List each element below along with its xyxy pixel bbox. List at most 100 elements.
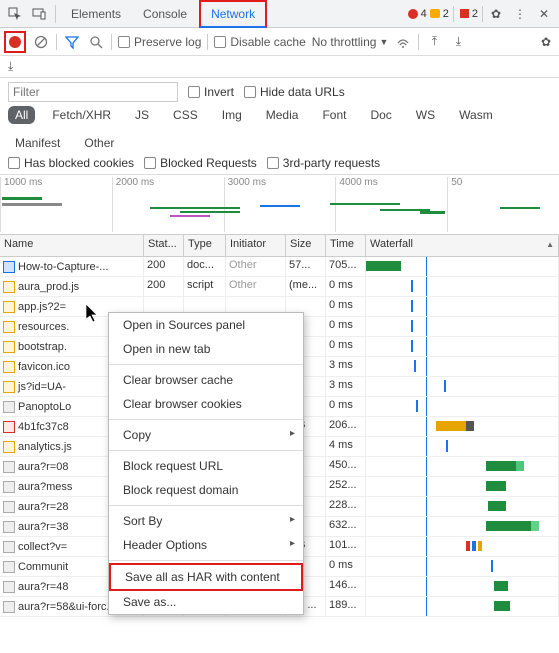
cell-time: 146... (326, 577, 366, 596)
cell-time: 0 ms (326, 557, 366, 576)
file-icon (3, 261, 15, 273)
ctx-block-url[interactable]: Block request URL (109, 454, 303, 478)
filter-input[interactable] (8, 82, 178, 102)
ctx-block-domain[interactable]: Block request domain (109, 478, 303, 502)
filter-type-media[interactable]: Media (259, 106, 306, 124)
file-icon (3, 481, 15, 493)
blocked-cookies-checkbox[interactable]: Has blocked cookies (8, 156, 134, 170)
filter-bar: Invert Hide data URLs All Fetch/XHR JS C… (0, 78, 559, 175)
cell-time: 0 ms (326, 277, 366, 296)
col-time[interactable]: Time (326, 235, 366, 256)
warning-icon (430, 9, 440, 18)
cell-time: 0 ms (326, 297, 366, 316)
ctx-clear-cache[interactable]: Clear browser cache (109, 368, 303, 392)
cell-time: 189... (326, 597, 366, 616)
invert-checkbox[interactable]: Invert (188, 85, 234, 99)
col-waterfall[interactable]: Waterfall (366, 235, 559, 256)
cell-waterfall (366, 397, 559, 416)
separator (56, 34, 57, 50)
cell-initiator: Other (226, 277, 286, 296)
close-icon[interactable]: ✕ (533, 3, 555, 25)
tab-elements[interactable]: Elements (61, 0, 131, 28)
ctx-save-as[interactable]: Save as... (109, 590, 303, 614)
file-icon (3, 521, 15, 533)
settings-icon[interactable]: ✿ (485, 3, 507, 25)
filter-type-doc[interactable]: Doc (363, 106, 398, 124)
filter-type-fetch[interactable]: Fetch/XHR (45, 106, 118, 124)
cell-waterfall (366, 417, 559, 436)
cell-name: How-to-Capture-... (0, 257, 144, 276)
filter-type-other[interactable]: Other (77, 134, 121, 152)
context-menu: Open in Sources panel Open in new tab Cl… (108, 312, 304, 615)
filter-type-font[interactable]: Font (315, 106, 353, 124)
separator (111, 34, 112, 50)
filter-type-all[interactable]: All (8, 106, 35, 124)
table-row[interactable]: aura_prod.js200scriptOther(me...0 ms (0, 277, 559, 297)
file-icon (3, 361, 15, 373)
issues-badge[interactable]: 2 (456, 6, 483, 22)
col-initiator[interactable]: Initiator (226, 235, 286, 256)
cell-time: 206... (326, 417, 366, 436)
filter-type-css[interactable]: CSS (166, 106, 205, 124)
inspect-icon[interactable] (4, 3, 26, 25)
cell-waterfall (366, 457, 559, 476)
cell-time: 632... (326, 517, 366, 536)
ctx-open-tab[interactable]: Open in new tab (109, 337, 303, 361)
preserve-log-checkbox[interactable]: Preserve log (118, 35, 201, 49)
export-icon[interactable]: ⤓ (449, 33, 467, 51)
import-icon[interactable]: ⤒ (425, 33, 443, 51)
request-table-header: Name Stat... Type Initiator Size Time Wa… (0, 235, 559, 257)
record-button[interactable] (4, 31, 26, 53)
filter-type-js[interactable]: JS (128, 106, 156, 124)
download-bar: ⤓ (0, 56, 559, 78)
ctx-open-sources[interactable]: Open in Sources panel (109, 313, 303, 337)
col-status[interactable]: Stat... (144, 235, 184, 256)
ctx-header-options[interactable]: Header Options (109, 533, 303, 557)
cell-waterfall (366, 437, 559, 456)
clear-icon[interactable] (32, 33, 50, 51)
filter-type-wasm[interactable]: Wasm (452, 106, 500, 124)
ctx-copy[interactable]: Copy (109, 423, 303, 447)
tab-network[interactable]: Network (199, 0, 267, 28)
cell-time: 0 ms (326, 337, 366, 356)
ctx-clear-cookies[interactable]: Clear browser cookies (109, 392, 303, 416)
file-icon (3, 441, 15, 453)
cell-time: 705... (326, 257, 366, 276)
filter-type-manifest[interactable]: Manifest (8, 134, 67, 152)
separator (55, 5, 56, 23)
ctx-sort-by[interactable]: Sort By (109, 509, 303, 533)
cell-waterfall (366, 317, 559, 336)
search-icon[interactable] (87, 33, 105, 51)
hide-data-urls-checkbox[interactable]: Hide data URLs (244, 85, 345, 99)
error-warning-badge[interactable]: 4 2 (404, 6, 454, 22)
filter-type-ws[interactable]: WS (409, 106, 442, 124)
blocked-requests-checkbox[interactable]: Blocked Requests (144, 156, 257, 170)
throttling-dropdown[interactable]: No throttling ▼ (312, 35, 389, 49)
cell-type: script (184, 277, 226, 296)
disable-cache-checkbox[interactable]: Disable cache (214, 35, 305, 49)
cell-waterfall (366, 597, 559, 616)
third-party-checkbox[interactable]: 3rd-party requests (267, 156, 380, 170)
col-type[interactable]: Type (184, 235, 226, 256)
table-row[interactable]: How-to-Capture-...200doc...Other57...705… (0, 257, 559, 277)
more-icon[interactable]: ⋮ (509, 3, 531, 25)
file-icon (3, 381, 15, 393)
filter-type-img[interactable]: Img (215, 106, 249, 124)
separator (109, 450, 303, 451)
cell-type: doc... (184, 257, 226, 276)
ctx-save-har[interactable]: Save all as HAR with content (109, 563, 303, 591)
separator (109, 419, 303, 420)
cell-time: 450... (326, 457, 366, 476)
device-toggle-icon[interactable] (28, 3, 50, 25)
cell-waterfall (366, 517, 559, 536)
download-icon[interactable]: ⤓ (8, 59, 13, 74)
network-conditions-icon[interactable] (394, 33, 412, 51)
filter-icon[interactable] (63, 33, 81, 51)
col-size[interactable]: Size (286, 235, 326, 256)
cell-waterfall (366, 377, 559, 396)
settings-gear-icon[interactable]: ✿ (537, 33, 555, 51)
separator (109, 560, 303, 561)
col-name[interactable]: Name (0, 235, 144, 256)
timeline-overview[interactable]: 1000 ms 2000 ms 3000 ms 4000 ms 50 (0, 175, 559, 235)
tab-console[interactable]: Console (133, 0, 197, 28)
